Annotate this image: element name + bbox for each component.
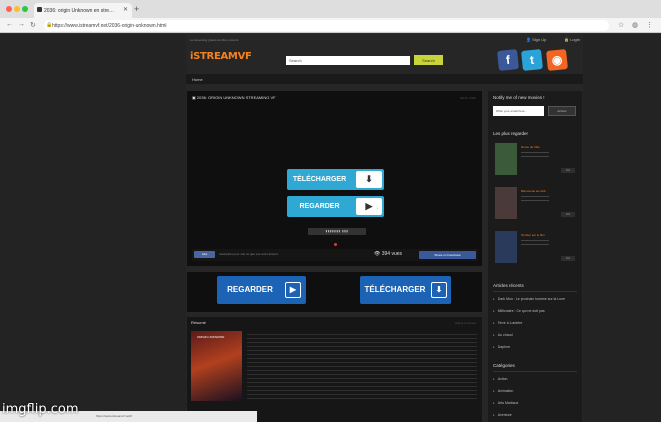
play-icon: ▶ — [285, 282, 301, 298]
email-input[interactable]: Write your email here... — [493, 106, 544, 116]
movie-link[interactable]: Bienvenue au club — [521, 189, 546, 193]
popular-movie[interactable]: Bienvenue au club Voir — [493, 187, 577, 223]
rss-icon[interactable]: ◉ — [546, 49, 568, 71]
recent-article-link[interactable]: Au chaud — [493, 333, 513, 337]
telecharger-label-2: TÉLÉCHARGER — [364, 285, 426, 294]
forward-icon[interactable]: → — [18, 21, 25, 28]
player-marker: ▪ — [377, 206, 379, 210]
search-button[interactable]: Search — [414, 55, 443, 65]
reload-icon[interactable]: ↻ — [30, 21, 36, 29]
extension-icon[interactable]: ◍ — [632, 21, 638, 29]
address-bar[interactable]: 🔒 https://www.istreamvf.net/2036-origin-… — [44, 20, 609, 31]
movie-poster: ORIGIN UNKNOWN — [191, 331, 242, 401]
views-count: 👁 394 vues — [374, 251, 403, 257]
loading-indicator — [334, 243, 337, 246]
download-icon: ⬇ — [431, 282, 447, 298]
resume-section: Résumé Add a comment ORIGIN UNKNOWN — [187, 317, 482, 422]
facebook-icon[interactable]: f — [497, 49, 519, 71]
popular-title: Les plus regarder — [493, 131, 529, 136]
address-toolbar: ← → ↻ 🔒 https://www.istreamvf.net/2036-o… — [0, 18, 661, 33]
video-panel: ▣ 2036: ORIGIN UNKNOWN STREAMING VF Sci-… — [187, 91, 482, 266]
twitter-icon[interactable]: t — [521, 49, 543, 71]
browser-tab-bar: 2036: origin Unknown en stre… ✕ + — [0, 0, 661, 18]
subscribe-button[interactable]: Activer — [548, 106, 576, 116]
category-link[interactable]: Action — [493, 377, 508, 381]
movie-view-button[interactable]: Voir — [561, 168, 575, 173]
telecharger-button-2[interactable]: TÉLÉCHARGER ⬇ — [360, 276, 451, 304]
movie-thumbnail — [495, 231, 517, 263]
nav-home-link[interactable]: Home — [192, 77, 203, 82]
poster-title: ORIGIN UNKNOWN — [197, 335, 225, 339]
url-text: https://www.istreamvf.net/2036-origin-un… — [52, 23, 167, 29]
regarder-button[interactable]: REGARDER ▶ — [287, 196, 384, 217]
regarder-label-2: REGARDER — [227, 285, 273, 294]
notify-title: Notify me of new movies ! — [493, 95, 545, 100]
resume-title: Résumé — [191, 320, 206, 325]
movie-title: ▣ 2036: ORIGIN UNKNOWN STREAMING VF — [192, 95, 276, 100]
login-link[interactable]: 🔒 Login — [564, 37, 580, 42]
telecharger-label: TÉLÉCHARGER — [292, 176, 347, 183]
web-page: Le streaming gratuit de films récents iS… — [0, 34, 661, 422]
window-minimize-button[interactable] — [14, 6, 20, 12]
movie-link[interactable]: Tomber sur le film — [521, 233, 545, 237]
lock-icon: 🔒 — [46, 22, 53, 28]
video-seekbar[interactable]: ▮▮▮▮▮▮▮ ▮▮▮ — [308, 228, 366, 235]
category-link[interactable]: Arts Martiaux — [493, 401, 519, 405]
popular-movie[interactable]: Nome de Ville Voir — [493, 143, 577, 179]
movie-link[interactable]: Nome de Ville — [521, 145, 540, 149]
recent-article-link[interactable]: Dark Mon : Le prochain homme sur la Lune — [493, 297, 565, 301]
sidebar: Notify me of new movies ! Write your ema… — [488, 91, 582, 422]
window-close-button[interactable] — [6, 6, 12, 12]
new-tab-button[interactable]: + — [134, 4, 139, 14]
movie-view-button[interactable]: Voir — [561, 212, 575, 217]
player-footer: Like Inscription pour voir ce que vos am… — [192, 249, 478, 261]
share-facebook-button[interactable]: Share on Facebook — [419, 251, 476, 259]
recent-article-link[interactable]: Daphne — [493, 345, 510, 349]
search-input[interactable]: Search — [286, 56, 410, 65]
top-notice: Le streaming gratuit de films récents — [190, 38, 239, 42]
recent-articles-title: Articles récents — [493, 283, 524, 288]
window-maximize-button[interactable] — [22, 6, 28, 12]
movie-thumbnail — [495, 187, 517, 219]
category-link[interactable]: Animation — [493, 389, 514, 393]
nav-bar: Home — [186, 74, 583, 84]
recent-article-link[interactable]: Millionaire : Ce qui ne doit pas — [493, 309, 545, 313]
add-comment-link[interactable]: Add a comment — [455, 321, 476, 325]
telecharger-button[interactable]: TÉLÉCHARGER ⬇ — [287, 169, 384, 190]
close-tab-icon[interactable]: ✕ — [123, 6, 128, 13]
categories-title: Catégories — [493, 363, 515, 368]
imgflip-watermark: imgflip.com — [2, 402, 79, 417]
back-icon[interactable]: ← — [6, 21, 13, 28]
regarder-label: REGARDER — [299, 203, 340, 210]
category-link[interactable]: Aventure — [493, 413, 512, 417]
action-buttons-row: REGARDER ▶ TÉLÉCHARGER ⬇ — [187, 272, 482, 312]
movie-thumbnail — [495, 143, 517, 175]
regarder-button-2[interactable]: REGARDER ▶ — [217, 276, 306, 304]
movie-category: Sci-Fi / Film — [460, 96, 476, 100]
download-icon: ⬇ — [356, 171, 382, 188]
like-text: Inscription pour voir ce que vos amis ai… — [219, 252, 279, 256]
menu-icon[interactable]: ⋮ — [646, 21, 653, 29]
browser-tab[interactable]: 2036: origin Unknown en stre… ✕ — [34, 3, 132, 18]
favicon-icon — [37, 7, 42, 12]
site-logo[interactable]: iSTREAMVF — [190, 51, 252, 62]
like-button[interactable]: Like — [194, 251, 215, 258]
play-icon: ▶ — [356, 198, 382, 215]
popular-movie[interactable]: Tomber sur le film Voir — [493, 231, 577, 267]
synopsis-text — [247, 331, 477, 401]
recent-article-link[interactable]: Terre à Lumière — [493, 321, 523, 325]
star-icon[interactable]: ☆ — [618, 21, 624, 29]
sign-up-link[interactable]: 👤 Sign Up — [526, 37, 546, 42]
movie-view-button[interactable]: Voir — [561, 256, 575, 261]
tab-title: 2036: origin Unknown en stre… — [44, 8, 115, 14]
